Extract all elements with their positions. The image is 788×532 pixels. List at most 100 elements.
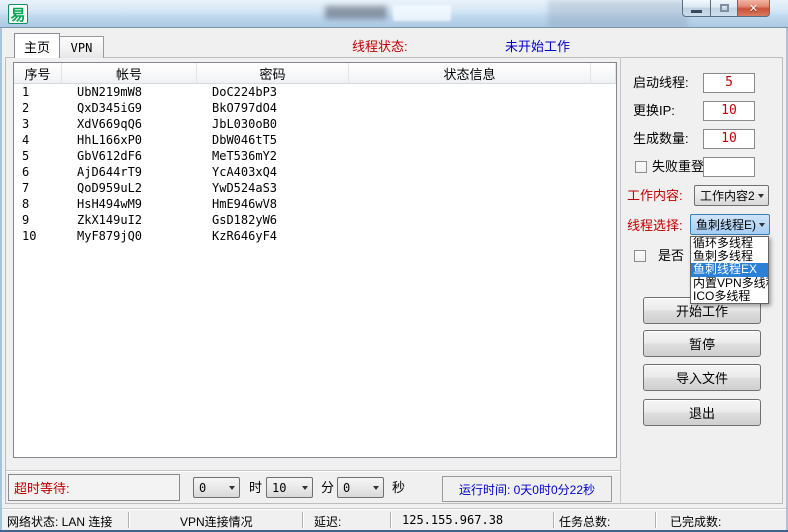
flag-checkbox[interactable] — [634, 250, 646, 262]
table-cell: QoD959uL2 — [62, 180, 197, 196]
work-content-value: 工作内容2 — [700, 187, 755, 204]
table-cell: 3 — [14, 116, 62, 132]
table-row[interactable]: 9ZkX149uI2GsD182yW6 — [14, 212, 616, 228]
table-row[interactable]: 3XdV669qQ6JbL030oB0 — [14, 116, 616, 132]
import-file-button[interactable]: 导入文件 — [643, 364, 761, 391]
chevron-down-icon — [373, 486, 379, 490]
maximize-button[interactable] — [710, 0, 738, 17]
table-body: 1UbN219mW8DoC224bP32QxD345iG9BkO797dO43X… — [14, 84, 616, 244]
status-bar: 网络状态: LAN 连接 VPN连接情况 延迟: 125.155.967.38 … — [2, 508, 786, 530]
thread-select-value: 鱼刺线程E) — [696, 216, 756, 233]
table-cell — [349, 196, 591, 212]
dropdown-item[interactable]: ICO多线程 — [691, 290, 768, 303]
timeout-minutes-combobox[interactable]: 10 — [266, 477, 313, 498]
table-cell — [349, 180, 591, 196]
table-cell: UbN219mW8 — [62, 84, 197, 100]
table-cell: 6 — [14, 164, 62, 180]
table-cell: ZkX149uI2 — [62, 212, 197, 228]
start-threads-input[interactable]: 5 — [703, 73, 755, 93]
table-cell: AjD644rT9 — [62, 164, 197, 180]
maximize-icon — [720, 4, 729, 12]
dropdown-item[interactable]: 内置VPN多线程 — [691, 277, 768, 290]
generate-count-label: 生成数量: — [633, 129, 689, 149]
table-cell: BkO797dO4 — [197, 100, 349, 116]
dropdown-item[interactable]: 循环多线程 — [691, 237, 768, 250]
thread-status-label: 线程状态: — [352, 37, 408, 57]
thread-select-combobox[interactable]: 鱼刺线程E) — [690, 214, 770, 235]
table-row[interactable]: 7QoD959uL2YwD524aS3 — [14, 180, 616, 196]
table-cell: MeT536mY2 — [197, 148, 349, 164]
exit-button[interactable]: 退出 — [643, 399, 761, 426]
table-cell: DoC224bP3 — [197, 84, 349, 100]
table-cell — [349, 116, 591, 132]
title-bar: 易 ✕ — [0, 0, 788, 28]
change-ip-label: 更换IP: — [633, 101, 675, 121]
close-icon: ✕ — [749, 2, 758, 15]
tab-home[interactable]: 主页 — [14, 33, 60, 58]
timeout-wait-label: 超时等待: — [14, 478, 70, 497]
retry-on-fail-input[interactable] — [703, 157, 755, 177]
accounts-table[interactable]: 序号 帐号 密码 状态信息 1UbN219mW8DoC224bP32QxD345… — [13, 62, 617, 458]
panel-divider-horizontal — [6, 470, 620, 471]
table-cell: YcA403xQ4 — [197, 164, 349, 180]
pause-button[interactable]: 暂停 — [643, 330, 761, 357]
timeout-hours-combobox[interactable]: 0 — [193, 477, 240, 498]
table-cell — [349, 228, 591, 244]
panel-divider-vertical — [620, 57, 621, 504]
table-cell: 10 — [14, 228, 62, 244]
table-row[interactable]: 4HhL166xP0DbW046tT5 — [14, 132, 616, 148]
work-content-label: 工作内容: — [627, 186, 683, 206]
generate-count-input[interactable]: 10 — [703, 129, 755, 149]
column-header-empty — [591, 63, 616, 83]
chevron-down-icon — [759, 223, 765, 227]
table-cell: JbL030oB0 — [197, 116, 349, 132]
table-cell: 1 — [14, 84, 62, 100]
table-cell: GsD182yW6 — [197, 212, 349, 228]
retry-on-fail-checkbox[interactable] — [635, 161, 647, 173]
background-window-ghost — [548, 0, 688, 28]
flag-checkbox-label: 是否 — [658, 246, 684, 266]
latency-label: 延迟: — [314, 513, 341, 530]
timeout-minutes-value: 10 — [272, 481, 286, 495]
background-window-ghost — [393, 5, 451, 21]
timeout-seconds-value: 0 — [343, 481, 350, 495]
table-row[interactable]: 10MyF879jQ0KzR646yF4 — [14, 228, 616, 244]
table-row[interactable]: 2QxD345iG9BkO797dO4 — [14, 100, 616, 116]
completed-count-label: 已完成数: — [670, 513, 721, 530]
vpn-status-text: VPN连接情况 — [180, 513, 253, 530]
table-row[interactable]: 6AjD644rT9YcA403xQ4 — [14, 164, 616, 180]
dropdown-item[interactable]: 鱼刺多线程 — [691, 250, 768, 263]
chevron-down-icon — [758, 194, 764, 198]
column-header-status[interactable]: 状态信息 — [349, 63, 591, 83]
column-header-password[interactable]: 密码 — [197, 63, 349, 83]
table-row[interactable]: 8HsH494wM9HmE946wV8 — [14, 196, 616, 212]
table-cell: QxD345iG9 — [62, 100, 197, 116]
table-cell: 4 — [14, 132, 62, 148]
change-ip-input[interactable]: 10 — [703, 101, 755, 121]
column-header-index[interactable]: 序号 — [14, 63, 62, 83]
table-cell: KzR646yF4 — [197, 228, 349, 244]
tab-vpn[interactable]: VPN — [59, 36, 104, 58]
table-cell: YwD524aS3 — [197, 180, 349, 196]
table-cell — [349, 84, 591, 100]
timeout-seconds-combobox[interactable]: 0 — [337, 477, 384, 498]
column-header-account[interactable]: 帐号 — [62, 63, 197, 83]
thread-dropdown[interactable]: 循环多线程鱼刺多线程鱼刺线程EX内置VPN多线程ICO多线程 — [690, 236, 769, 304]
dropdown-item[interactable]: 鱼刺线程EX — [691, 263, 768, 276]
table-row[interactable]: 5GbV612dF6MeT536mY2 — [14, 148, 616, 164]
ip-address-text: 125.155.967.38 — [402, 513, 503, 527]
thread-select-label: 线程选择: — [627, 216, 683, 236]
timeout-wait-box[interactable]: 超时等待: — [8, 474, 180, 501]
table-cell: 7 — [14, 180, 62, 196]
network-status-text: 网络状态: LAN 连接 — [7, 513, 112, 530]
table-cell — [349, 164, 591, 180]
work-content-combobox[interactable]: 工作内容2 — [694, 185, 769, 206]
table-cell: DbW046tT5 — [197, 132, 349, 148]
minimize-button[interactable] — [682, 0, 711, 17]
close-button[interactable]: ✕ — [737, 0, 770, 17]
table-cell — [349, 100, 591, 116]
background-window-ghost — [325, 6, 387, 19]
total-tasks-label: 任务总数: — [559, 513, 610, 530]
table-row[interactable]: 1UbN219mW8DoC224bP3 — [14, 84, 616, 100]
table-cell: 5 — [14, 148, 62, 164]
